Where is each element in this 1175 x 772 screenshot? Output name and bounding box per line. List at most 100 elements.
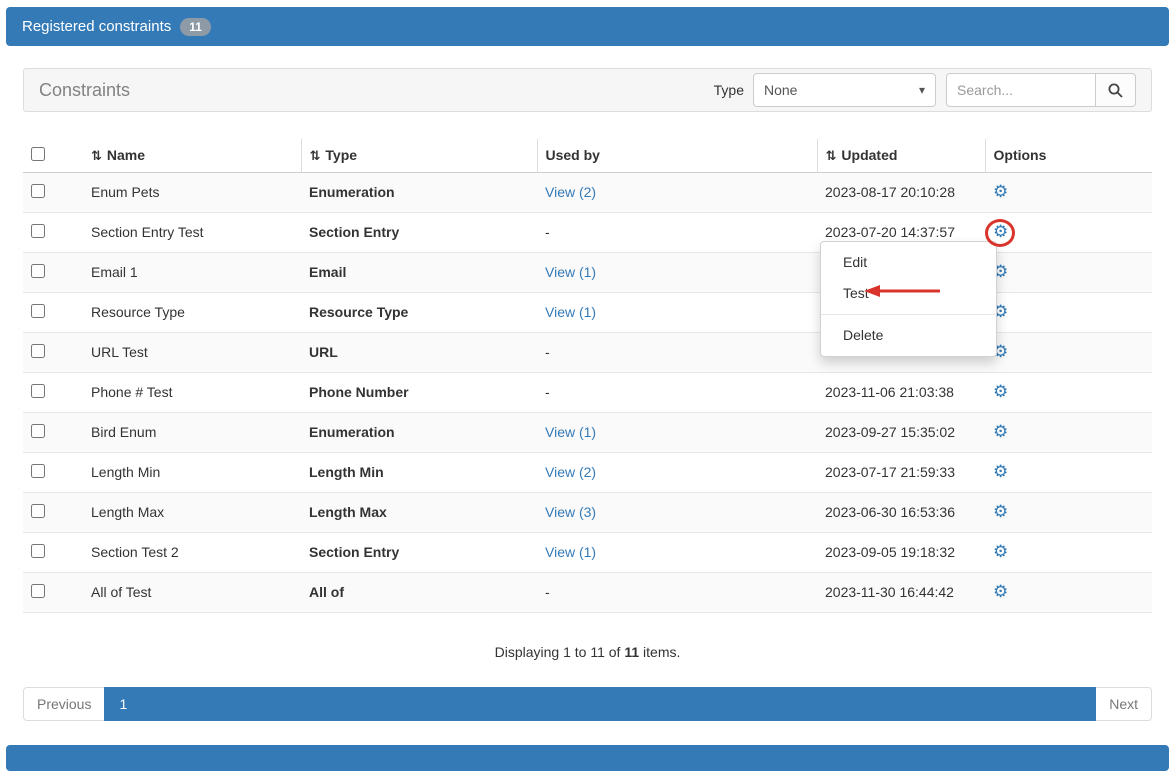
table-row: Bird Enum Enumeration View (1) 2023-09-2… xyxy=(23,412,1152,452)
row-checkbox[interactable] xyxy=(31,544,45,558)
gear-icon[interactable]: ⚙ xyxy=(993,422,1008,442)
row-checkbox[interactable] xyxy=(31,424,45,438)
sort-icon: ⇅ xyxy=(91,149,102,164)
gear-icon[interactable]: ⚙ xyxy=(993,462,1008,482)
header-type-label: Type xyxy=(325,147,357,163)
row-checkbox[interactable] xyxy=(31,264,45,278)
type-select[interactable]: None ▾ xyxy=(753,73,936,107)
cell-name: All of Test xyxy=(83,572,301,612)
annotation-arrow xyxy=(862,282,942,300)
caret-down-icon: ▾ xyxy=(919,83,925,97)
sort-icon: ⇅ xyxy=(826,149,837,164)
cell-name: Section Entry Test xyxy=(83,212,301,252)
cell-type: Email xyxy=(301,252,537,292)
cell-type: Enumeration xyxy=(301,412,537,452)
annotation-circle xyxy=(985,219,1015,247)
panel-body: Constraints Type None ▾ xyxy=(23,68,1152,721)
table-row: Enum Pets Enumeration View (2) 2023-08-1… xyxy=(23,172,1152,212)
cell-updated: 2023-08-17 20:10:28 xyxy=(817,172,985,212)
table-row: All of Test All of - 2023-11-30 16:44:42… xyxy=(23,572,1152,612)
used-by-empty: - xyxy=(545,584,550,600)
header-name-label: Name xyxy=(107,147,145,163)
panel-title: Registered constraints xyxy=(22,18,171,35)
used-by-link[interactable]: View (1) xyxy=(545,544,596,560)
search-button[interactable] xyxy=(1096,73,1136,107)
cell-type: Length Max xyxy=(301,492,537,532)
cell-updated: 2023-06-30 16:53:36 xyxy=(817,492,985,532)
gear-icon[interactable]: ⚙ xyxy=(993,542,1008,562)
cell-name: Bird Enum xyxy=(83,412,301,452)
sort-icon: ⇅ xyxy=(310,149,321,164)
cell-name: Email 1 xyxy=(83,252,301,292)
cell-updated: 2023-09-27 15:35:02 xyxy=(817,412,985,452)
used-by-empty: - xyxy=(545,224,550,240)
cell-updated: 2023-11-30 16:44:42 xyxy=(817,572,985,612)
cell-name: Section Test 2 xyxy=(83,532,301,572)
row-checkbox[interactable] xyxy=(31,504,45,518)
row-checkbox[interactable] xyxy=(31,224,45,238)
gear-icon[interactable]: ⚙ xyxy=(993,182,1008,202)
used-by-link[interactable]: View (2) xyxy=(545,184,596,200)
used-by-link[interactable]: View (3) xyxy=(545,504,596,520)
cell-name: Enum Pets xyxy=(83,172,301,212)
section-title: Constraints xyxy=(39,80,714,101)
used-by-link[interactable]: View (2) xyxy=(545,464,596,480)
panel-header: Registered constraints 11 xyxy=(6,7,1169,46)
search-input[interactable] xyxy=(946,73,1096,107)
type-label: Type xyxy=(714,82,744,98)
previous-page-button[interactable]: Previous xyxy=(23,687,105,721)
cell-updated: 2023-07-17 21:59:33 xyxy=(817,452,985,492)
used-by-link[interactable]: View (1) xyxy=(545,424,596,440)
header-updated-label: Updated xyxy=(841,147,897,163)
summary-total: 11 xyxy=(624,644,639,660)
header-name[interactable]: ⇅ Name xyxy=(83,139,301,172)
dropdown-item-delete[interactable]: Delete xyxy=(821,320,996,351)
cell-type: All of xyxy=(301,572,537,612)
constraints-toolbar: Constraints Type None ▾ xyxy=(23,68,1152,112)
gear-icon[interactable]: ⚙ xyxy=(993,382,1008,402)
dropdown-divider xyxy=(821,314,996,315)
cell-type: Section Entry xyxy=(301,212,537,252)
cell-updated: 2023-11-06 21:03:38 xyxy=(817,372,985,412)
cell-type: Phone Number xyxy=(301,372,537,412)
table-row: Length Min Length Min View (2) 2023-07-1… xyxy=(23,452,1152,492)
row-checkbox[interactable] xyxy=(31,384,45,398)
row-checkbox[interactable] xyxy=(31,304,45,318)
search-icon xyxy=(1107,82,1124,99)
constraints-table: ⇅ Name ⇅ Type Used by ⇅ Updated Options xyxy=(23,139,1152,613)
page: Registered constraints 11 Constraints Ty… xyxy=(0,0,1175,772)
used-by-empty: - xyxy=(545,344,550,360)
table-row: Section Test 2 Section Entry View (1) 20… xyxy=(23,532,1152,572)
cell-type: Section Entry xyxy=(301,532,537,572)
count-badge: 11 xyxy=(180,18,211,36)
summary-suffix: items. xyxy=(639,644,680,660)
search-group xyxy=(946,73,1136,107)
used-by-link[interactable]: View (1) xyxy=(545,304,596,320)
gear-icon[interactable]: ⚙ xyxy=(993,502,1008,522)
used-by-link[interactable]: View (1) xyxy=(545,264,596,280)
header-updated[interactable]: ⇅ Updated xyxy=(817,139,985,172)
cell-name: Length Max xyxy=(83,492,301,532)
select-all-checkbox[interactable] xyxy=(31,147,45,161)
footer-bar xyxy=(6,745,1169,771)
header-used-by: Used by xyxy=(537,139,817,172)
cell-name: URL Test xyxy=(83,332,301,372)
header-used-by-label: Used by xyxy=(546,147,600,163)
cell-type: URL xyxy=(301,332,537,372)
cell-type: Length Min xyxy=(301,452,537,492)
cell-name: Resource Type xyxy=(83,292,301,332)
dropdown-item-edit[interactable]: Edit xyxy=(821,247,996,278)
row-checkbox[interactable] xyxy=(31,464,45,478)
row-checkbox[interactable] xyxy=(31,184,45,198)
table-header-row: ⇅ Name ⇅ Type Used by ⇅ Updated Options xyxy=(23,139,1152,172)
header-type[interactable]: ⇅ Type xyxy=(301,139,537,172)
next-page-button[interactable]: Next xyxy=(1095,687,1152,721)
gear-icon[interactable]: ⚙ xyxy=(993,582,1008,602)
table-row: Phone # Test Phone Number - 2023-11-06 2… xyxy=(23,372,1152,412)
page-1-button[interactable]: 1 xyxy=(104,687,1096,721)
row-checkbox[interactable] xyxy=(31,584,45,598)
row-checkbox[interactable] xyxy=(31,344,45,358)
cell-name: Phone # Test xyxy=(83,372,301,412)
header-options: Options xyxy=(985,139,1152,172)
results-summary: Displaying 1 to 11 of 11 items. xyxy=(23,644,1152,660)
